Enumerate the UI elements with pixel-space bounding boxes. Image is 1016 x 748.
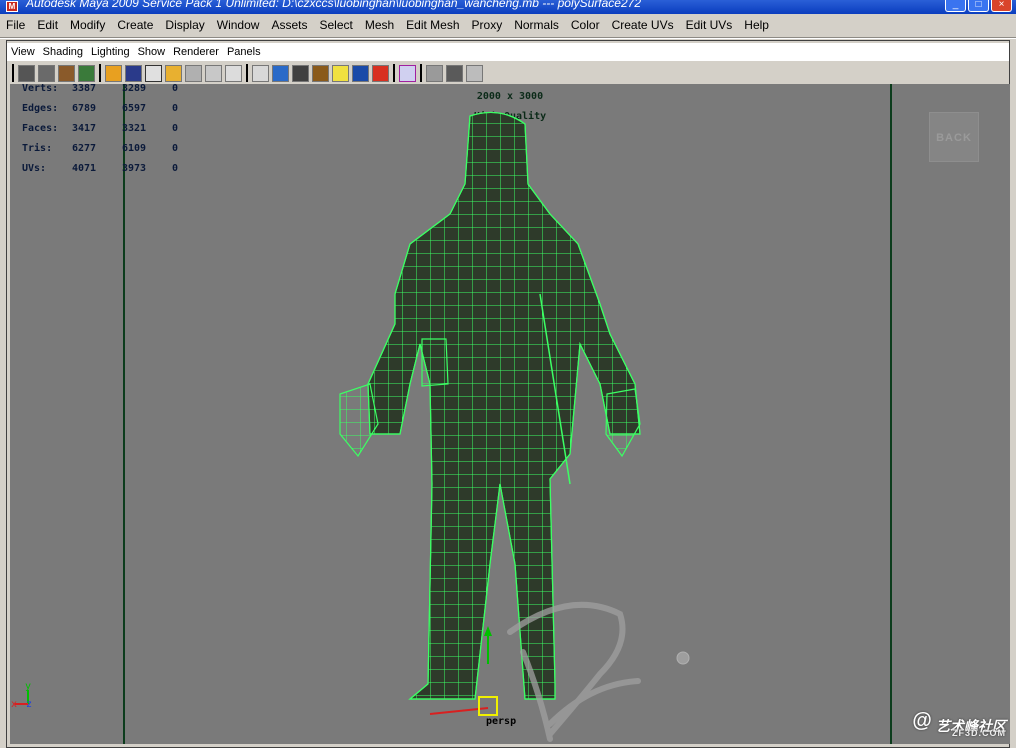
- menu-create-uvs[interactable]: Create UVs: [606, 18, 680, 32]
- panel-menu-lighting[interactable]: Lighting: [87, 46, 134, 58]
- panel-menu-shading[interactable]: Shading: [39, 46, 87, 58]
- panel-menu-show[interactable]: Show: [134, 46, 170, 58]
- manipulator-center: [478, 696, 498, 716]
- menu-normals[interactable]: Normals: [508, 18, 565, 32]
- toolbar-grip[interactable]: [420, 64, 422, 82]
- character-wireframe-model[interactable]: [10, 84, 1010, 744]
- menu-display[interactable]: Display: [159, 18, 210, 32]
- toolbar-grip[interactable]: [393, 64, 395, 82]
- panel-menu-view[interactable]: View: [7, 46, 39, 58]
- toolbar-grip[interactable]: [12, 64, 14, 82]
- backface-icon[interactable]: [466, 64, 483, 82]
- textured-icon[interactable]: [312, 64, 329, 82]
- flat-shade-icon[interactable]: [292, 64, 309, 82]
- xray-icon[interactable]: [426, 64, 443, 82]
- high-quality-icon[interactable]: [372, 64, 389, 82]
- safe-title-icon[interactable]: [225, 64, 242, 82]
- gate-mask-icon[interactable]: [165, 64, 182, 82]
- menu-window[interactable]: Window: [211, 18, 266, 32]
- swirl-logo-icon: @: [912, 710, 932, 732]
- panel-menu-renderer[interactable]: Renderer: [169, 46, 223, 58]
- axis-x-label: x: [11, 699, 17, 710]
- lighting-icon[interactable]: [332, 64, 349, 82]
- shadows-icon[interactable]: [352, 64, 369, 82]
- menubar-divider: [0, 37, 1016, 39]
- smooth-shade-icon[interactable]: [272, 64, 289, 82]
- watermark-url: ZF3D.COM: [952, 728, 1006, 738]
- site-watermark: @ 艺术峰社区 ZF3D.COM: [908, 710, 1010, 742]
- minimize-button[interactable]: _: [945, 0, 966, 12]
- grid-icon[interactable]: [105, 64, 122, 82]
- title-bar: M Autodesk Maya 2009 Service Pack 1 Unli…: [0, 0, 1016, 14]
- menu-create[interactable]: Create: [111, 18, 159, 32]
- camera-attributes-icon[interactable]: [58, 64, 75, 82]
- menu-select[interactable]: Select: [313, 18, 358, 32]
- close-button[interactable]: ×: [991, 0, 1012, 12]
- camera-name-label: persp: [486, 716, 517, 727]
- menu-modify[interactable]: Modify: [64, 18, 111, 32]
- maximize-button[interactable]: □: [968, 0, 989, 12]
- maya-icon[interactable]: M: [6, 1, 18, 12]
- isolate-select-icon[interactable]: [399, 64, 416, 82]
- main-menubar: File Edit Modify Create Display Window A…: [0, 14, 1016, 36]
- select-camera-icon[interactable]: [18, 64, 35, 82]
- safe-action-icon[interactable]: [205, 64, 222, 82]
- panel-toolbar: [7, 62, 1009, 84]
- menu-help[interactable]: Help: [738, 18, 775, 32]
- window-title: Autodesk Maya 2009 Service Pack 1 Unlimi…: [26, 0, 642, 10]
- perspective-viewport[interactable]: Verts: 3387 3289 0 Edges: 6789 6597 0 Faces: 34…: [10, 84, 1010, 744]
- menu-color[interactable]: Color: [565, 18, 606, 32]
- bottom-strip: [0, 743, 1016, 748]
- menu-assets[interactable]: Assets: [265, 18, 313, 32]
- image-plane-icon[interactable]: [78, 64, 95, 82]
- xray-joints-icon[interactable]: [446, 64, 463, 82]
- axis-y-label: y: [25, 682, 31, 692]
- panel-menu-panels[interactable]: Panels: [223, 46, 265, 58]
- axis-z-label: z: [26, 699, 32, 710]
- menu-edit-uvs[interactable]: Edit UVs: [680, 18, 739, 32]
- film-gate-icon[interactable]: [125, 64, 142, 82]
- wireframe-icon[interactable]: [252, 64, 269, 82]
- panel-menubar: View Shading Lighting Show Renderer Pane…: [7, 43, 1009, 61]
- toolbar-grip[interactable]: [246, 64, 248, 82]
- view-axis-indicator: y x z: [11, 682, 32, 710]
- lock-camera-icon[interactable]: [38, 64, 55, 82]
- toolbar-grip[interactable]: [99, 64, 101, 82]
- menu-mesh[interactable]: Mesh: [359, 18, 400, 32]
- resolution-gate-icon[interactable]: [145, 64, 162, 82]
- menu-proxy[interactable]: Proxy: [466, 18, 509, 32]
- menu-edit-mesh[interactable]: Edit Mesh: [400, 18, 465, 32]
- menu-edit[interactable]: Edit: [31, 18, 64, 32]
- field-chart-icon[interactable]: [185, 64, 202, 82]
- menu-file[interactable]: File: [0, 18, 31, 32]
